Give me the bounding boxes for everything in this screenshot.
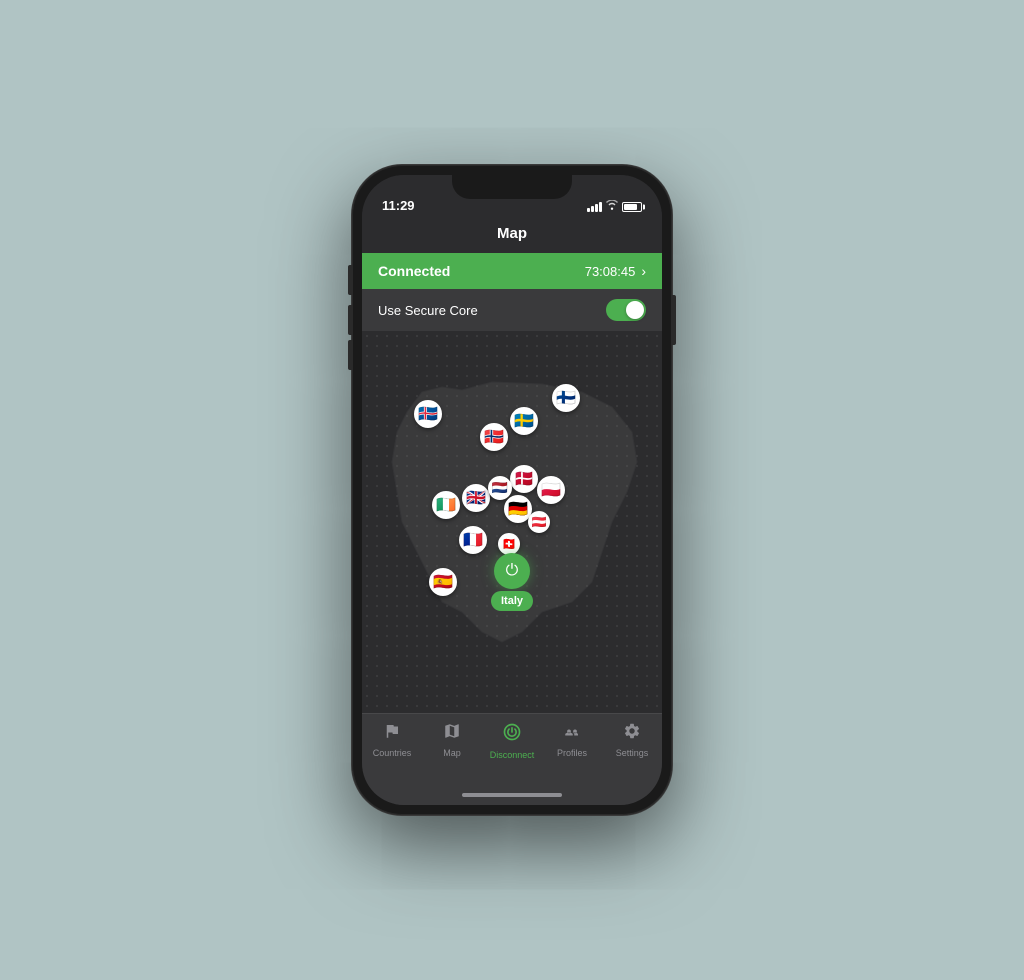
power-icon: ⏻ bbox=[506, 562, 519, 580]
notch bbox=[452, 175, 572, 199]
secure-core-toggle[interactable] bbox=[606, 299, 646, 321]
battery-icon bbox=[622, 202, 642, 212]
flag-denmark: 🇩🇰 bbox=[510, 465, 538, 493]
flag-austria: 🇦🇹 bbox=[528, 511, 550, 533]
italy-label: Italy bbox=[491, 591, 533, 611]
flag-iceland: 🇮🇸 bbox=[414, 400, 442, 428]
nav-header: Map bbox=[362, 219, 662, 253]
home-bar bbox=[462, 793, 562, 797]
tab-countries-label: Countries bbox=[373, 748, 412, 758]
pin-iceland[interactable]: 🇮🇸 bbox=[414, 400, 442, 428]
flag-sweden: 🇸🇪 bbox=[510, 407, 538, 435]
secure-core-bar: Use Secure Core bbox=[362, 289, 662, 331]
tab-countries[interactable]: Countries bbox=[362, 722, 422, 758]
tab-settings[interactable]: Settings bbox=[602, 722, 662, 758]
signal-icon bbox=[587, 202, 602, 212]
tab-disconnect[interactable]: Disconnect bbox=[482, 722, 542, 760]
toggle-knob bbox=[626, 301, 644, 319]
flag-poland: 🇵🇱 bbox=[537, 476, 565, 504]
connection-status: Connected bbox=[378, 263, 450, 279]
connection-bar[interactable]: Connected 73:08:45 › bbox=[362, 253, 662, 289]
tab-settings-label: Settings bbox=[616, 748, 649, 758]
flag-finland: 🇫🇮 bbox=[552, 384, 580, 412]
pin-poland[interactable]: 🇵🇱 bbox=[537, 476, 565, 504]
tab-bar: Countries Map bbox=[362, 713, 662, 785]
flag-spain: 🇪🇸 bbox=[429, 568, 457, 596]
map-area: 🇮🇸 🇳🇴 🇸🇪 🇫🇮 🇩🇰 🇮🇪 bbox=[362, 331, 662, 713]
settings-icon bbox=[623, 722, 641, 745]
pin-uk[interactable]: 🇬🇧 bbox=[462, 484, 490, 512]
tab-disconnect-label: Disconnect bbox=[490, 750, 535, 760]
pin-denmark[interactable]: 🇩🇰 bbox=[510, 465, 538, 493]
wifi-icon bbox=[606, 200, 618, 213]
pin-ireland[interactable]: 🇮🇪 bbox=[432, 491, 460, 519]
phone-device: 11:29 bbox=[352, 165, 672, 815]
phone-screen: 11:29 bbox=[362, 175, 662, 805]
secure-core-label: Use Secure Core bbox=[378, 303, 478, 318]
chevron-right-icon: › bbox=[641, 263, 646, 279]
page-title: Map bbox=[497, 225, 527, 242]
pin-finland[interactable]: 🇫🇮 bbox=[552, 384, 580, 412]
flag-norway: 🇳🇴 bbox=[480, 423, 508, 451]
status-icons bbox=[587, 200, 642, 213]
pin-norway[interactable]: 🇳🇴 bbox=[480, 423, 508, 451]
map-icon bbox=[443, 722, 461, 745]
pin-sweden[interactable]: 🇸🇪 bbox=[510, 407, 538, 435]
pin-spain[interactable]: 🇪🇸 bbox=[429, 568, 457, 596]
tab-map-label: Map bbox=[443, 748, 461, 758]
status-time: 11:29 bbox=[382, 198, 415, 213]
disconnect-icon bbox=[502, 722, 522, 747]
flag-uk: 🇬🇧 bbox=[462, 484, 490, 512]
tab-profiles-label: Profiles bbox=[557, 748, 587, 758]
flag-ireland: 🇮🇪 bbox=[432, 491, 460, 519]
home-indicator bbox=[362, 785, 662, 805]
tab-profiles[interactable]: Profiles bbox=[542, 722, 602, 758]
flag-france: 🇫🇷 bbox=[459, 526, 487, 554]
connection-timer: 73:08:45 bbox=[585, 264, 636, 279]
tab-map[interactable]: Map bbox=[422, 722, 482, 758]
pin-austria[interactable]: 🇦🇹 bbox=[528, 511, 550, 533]
connection-right: 73:08:45 › bbox=[585, 263, 646, 279]
countries-icon bbox=[383, 722, 401, 745]
power-button[interactable]: ⏻ bbox=[494, 553, 530, 589]
profiles-icon bbox=[563, 722, 581, 745]
pin-france[interactable]: 🇫🇷 bbox=[459, 526, 487, 554]
